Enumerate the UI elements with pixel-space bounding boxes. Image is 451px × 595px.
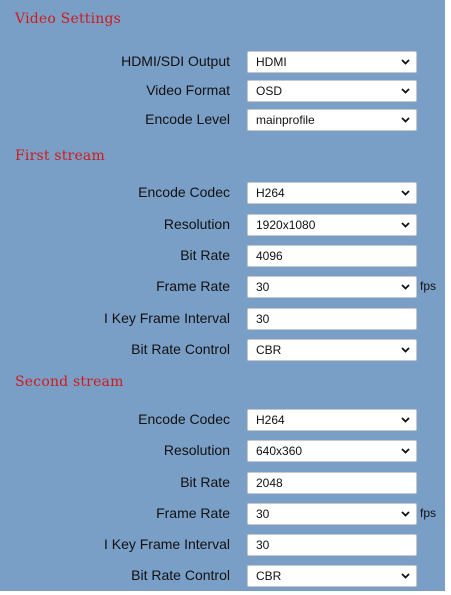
second-bit-rate-input[interactable]: 2048 xyxy=(247,472,417,494)
encode-codec-value: H264 xyxy=(256,413,285,427)
resolution-value: 640x360 xyxy=(256,444,303,458)
encode-level-label: Encode Level xyxy=(145,111,230,127)
video-format-label: Video Format xyxy=(146,82,230,98)
second-i-key-frame-interval-input[interactable]: 30 xyxy=(247,534,417,556)
second-encode-codec-row: Encode Codec H264 xyxy=(0,409,445,431)
encode-level-value: mainprofile xyxy=(256,113,315,127)
bit-rate-control-label: Bit Rate Control xyxy=(131,341,230,357)
first-frame-rate-select[interactable]: 30 xyxy=(247,276,417,298)
chevron-down-icon xyxy=(401,511,410,517)
chevron-down-icon xyxy=(401,88,410,94)
video-format-value: OSD xyxy=(256,84,283,98)
bit-rate-control-label: Bit Rate Control xyxy=(131,567,230,583)
encode-codec-label: Encode Codec xyxy=(138,184,230,200)
first-bit-rate-control-row: Bit Rate Control CBR xyxy=(0,339,445,361)
second-frame-rate-row: Frame Rate 30 fps xyxy=(0,503,445,525)
first-encode-codec-select[interactable]: H264 xyxy=(247,182,417,204)
chevron-down-icon xyxy=(401,347,410,353)
frame-rate-label: Frame Rate xyxy=(156,505,230,521)
video-format-row: Video Format OSD xyxy=(0,80,445,102)
chevron-down-icon xyxy=(401,417,410,423)
resolution-label: Resolution xyxy=(163,442,230,458)
first-resolution-select[interactable]: 1920x1080 xyxy=(247,214,417,236)
chevron-down-icon xyxy=(401,59,410,65)
second-bit-rate-row: Bit Rate 2048 xyxy=(0,472,445,494)
first-bit-rate-row: Bit Rate 4096 xyxy=(0,245,445,267)
first-i-key-frame-interval-row: I Key Frame Interval 30 xyxy=(0,308,445,330)
bit-rate-control-value: CBR xyxy=(256,343,282,357)
resolution-label: Resolution xyxy=(163,216,230,232)
encode-level-select[interactable]: mainprofile xyxy=(247,109,417,131)
resolution-value: 1920x1080 xyxy=(256,218,316,232)
video-settings-panel: Video Settings HDMI/SDI Output HDMI Vide… xyxy=(0,0,445,591)
video-format-select[interactable]: OSD xyxy=(247,80,417,102)
chevron-down-icon xyxy=(401,222,410,228)
i-key-frame-interval-value: 30 xyxy=(256,312,270,326)
chevron-down-icon xyxy=(401,573,410,579)
second-resolution-select[interactable]: 640x360 xyxy=(247,440,417,462)
first-bit-rate-control-select[interactable]: CBR xyxy=(247,339,417,361)
second-bit-rate-control-select[interactable]: CBR xyxy=(247,565,417,587)
bit-rate-control-value: CBR xyxy=(256,569,282,583)
chevron-down-icon xyxy=(401,190,410,196)
frame-rate-unit: fps xyxy=(420,279,437,293)
first-stream-title: First stream xyxy=(15,148,105,164)
bit-rate-label: Bit Rate xyxy=(180,247,230,263)
hdmi-sdi-output-label: HDMI/SDI Output xyxy=(121,53,230,69)
hdmi-sdi-output-select[interactable]: HDMI xyxy=(247,51,417,73)
frame-rate-value: 30 xyxy=(256,507,270,521)
encode-level-row: Encode Level mainprofile xyxy=(0,109,445,131)
second-encode-codec-select[interactable]: H264 xyxy=(247,409,417,431)
encode-codec-value: H264 xyxy=(256,186,285,200)
second-resolution-row: Resolution 640x360 xyxy=(0,440,445,462)
i-key-frame-interval-label: I Key Frame Interval xyxy=(103,536,230,552)
hdmi-sdi-output-value: HDMI xyxy=(256,55,287,69)
second-frame-rate-select[interactable]: 30 xyxy=(247,503,417,525)
chevron-down-icon xyxy=(401,448,410,454)
first-bit-rate-input[interactable]: 4096 xyxy=(247,245,417,267)
second-bit-rate-control-row: Bit Rate Control CBR xyxy=(0,565,445,587)
first-i-key-frame-interval-input[interactable]: 30 xyxy=(247,308,417,330)
frame-rate-unit: fps xyxy=(420,506,437,520)
bit-rate-label: Bit Rate xyxy=(180,474,230,490)
bit-rate-value: 4096 xyxy=(256,249,283,263)
frame-rate-label: Frame Rate xyxy=(156,278,230,294)
frame-rate-value: 30 xyxy=(256,280,270,294)
encode-codec-label: Encode Codec xyxy=(138,411,230,427)
video-settings-title: Video Settings xyxy=(15,11,122,27)
i-key-frame-interval-label: I Key Frame Interval xyxy=(103,310,230,326)
first-frame-rate-row: Frame Rate 30 fps xyxy=(0,276,445,298)
first-resolution-row: Resolution 1920x1080 xyxy=(0,214,445,236)
chevron-down-icon xyxy=(401,117,410,123)
bit-rate-value: 2048 xyxy=(256,476,283,490)
hdmi-sdi-output-row: HDMI/SDI Output HDMI xyxy=(0,51,445,73)
second-stream-title: Second stream xyxy=(15,374,124,390)
i-key-frame-interval-value: 30 xyxy=(256,538,270,552)
first-encode-codec-row: Encode Codec H264 xyxy=(0,182,445,204)
second-i-key-frame-interval-row: I Key Frame Interval 30 xyxy=(0,534,445,556)
chevron-down-icon xyxy=(401,284,410,290)
